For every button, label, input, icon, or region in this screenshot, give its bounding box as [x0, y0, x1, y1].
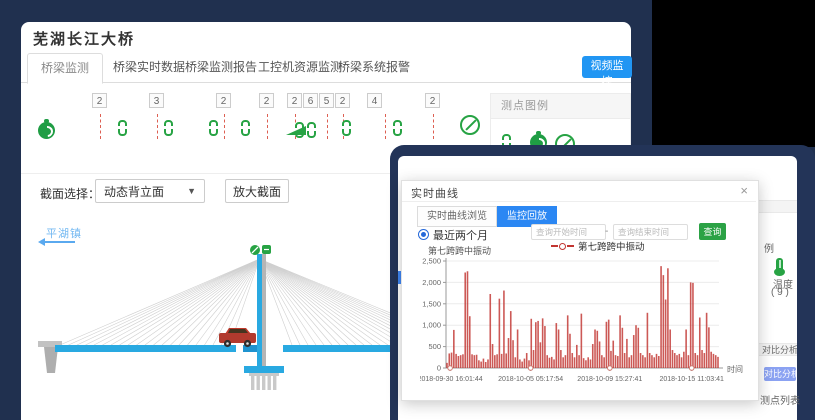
svg-text:2,000: 2,000	[422, 278, 441, 287]
main-tab-0[interactable]: 桥梁监测	[27, 53, 103, 84]
legend-line-icon	[551, 245, 558, 247]
page-title: 芜湖长江大桥	[33, 28, 135, 49]
zoom-section-button[interactable]: 放大截面	[225, 179, 289, 203]
svg-text:2018-10-15 11:03:41: 2018-10-15 11:03:41	[659, 376, 724, 383]
sensor-count-badge: 6	[303, 93, 318, 108]
sensor-count-badge: 2	[287, 93, 302, 108]
red-dashed-marker	[100, 114, 101, 139]
side-partial-label: 例	[764, 240, 774, 255]
gauge-icon	[38, 122, 55, 139]
pier-cap	[244, 366, 284, 373]
tower-grey-stripe	[262, 254, 266, 373]
sensor-count-badge: 2	[425, 93, 440, 108]
chart-legend[interactable]: 第七跨跨中振动	[551, 239, 645, 253]
direction-label: 平湖镇	[46, 225, 82, 241]
query-start-time-input[interactable]	[531, 224, 606, 240]
divider	[402, 201, 756, 202]
modal-tab-0[interactable]: 实时曲线浏览	[417, 206, 497, 227]
deck-right	[283, 345, 402, 352]
svg-text:2018-10-09 15:27:41: 2018-10-09 15:27:41	[577, 376, 642, 383]
red-dashed-marker	[157, 114, 158, 139]
last-two-months-label: 最近两个月	[433, 227, 488, 243]
chain-link-icon	[241, 120, 250, 136]
sensor-count-badge: 2	[92, 93, 107, 108]
video-monitor-button[interactable]: 视频监控	[582, 56, 632, 78]
chain-link-icon	[118, 120, 127, 136]
red-dashed-marker	[327, 114, 328, 139]
red-dashed-marker	[385, 114, 386, 139]
curve-window-frame: 例 温度 ( 9 ) 对比分析 对比分析 测点列表 实时曲线 × 实时曲线浏览监…	[390, 145, 815, 420]
last-two-months-radio[interactable]	[418, 229, 429, 240]
sensor-count-badge: 2	[216, 93, 231, 108]
pier-piles	[249, 373, 279, 390]
svg-text:2,500: 2,500	[422, 257, 441, 266]
legend-line-icon	[567, 245, 574, 247]
red-dashed-marker	[267, 114, 268, 139]
compare-analysis-button[interactable]: 对比分析	[764, 367, 796, 381]
sensor-count-badge: 4	[367, 93, 382, 108]
query-button[interactable]: 查询	[699, 223, 726, 240]
no-entry-icon	[460, 115, 480, 135]
level-ruler-icon	[286, 126, 306, 135]
desktop: 芜湖长江大桥 桥梁监测桥梁实时数据桥梁监测报告工控机资源监测桥梁系统报警 视频监…	[0, 0, 815, 420]
deck-left	[55, 345, 236, 352]
sensor-count-badge: 3	[149, 93, 164, 108]
section-select[interactable]: 动态背立面 ▼	[95, 179, 205, 203]
temperature-count: ( 9 )	[771, 287, 789, 298]
range-separator: -	[605, 226, 608, 237]
chain-link-icon	[164, 120, 173, 136]
sensor-count-badge: 2	[259, 93, 274, 108]
side-section-header	[757, 200, 797, 213]
red-dashed-marker	[224, 114, 225, 139]
black-region	[652, 0, 815, 147]
compare-section-header: 对比分析	[757, 343, 797, 356]
legend-marker-icon	[559, 243, 566, 250]
close-icon[interactable]: ×	[740, 183, 748, 198]
svg-text:1,000: 1,000	[422, 321, 441, 330]
section-select-label: 截面选择：	[40, 185, 100, 202]
car	[219, 328, 256, 347]
chain-link-icon	[393, 120, 402, 136]
vibration-chart: 0 500 1,000 1,500 2,000 2,500 2018-09-30 16:01…	[420, 253, 746, 399]
realtime-curve-modal: 实时曲线 × 实时曲线浏览监控回放 最近两个月 - 查询 第七跨跨中振动 第七跨…	[401, 180, 759, 401]
sensor-count-badge: 5	[319, 93, 334, 108]
modal-title: 实时曲线	[411, 185, 459, 201]
svg-text:2018-09-30 16:01:44: 2018-09-30 16:01:44	[420, 376, 483, 383]
section-select-value: 动态背立面	[104, 183, 164, 200]
red-dashed-marker	[433, 114, 434, 139]
legend-label: 第七跨跨中振动	[578, 239, 645, 253]
tower-blue-stripe	[257, 254, 262, 373]
point-list-label: 测点列表	[760, 392, 800, 407]
chain-link-icon	[307, 122, 316, 138]
svg-text:1,500: 1,500	[422, 299, 441, 308]
tower-top-sensors	[250, 245, 271, 255]
svg-text:2018-10-05 05:17:54: 2018-10-05 05:17:54	[498, 376, 563, 383]
main-tab-4[interactable]: 桥梁系统报警	[325, 53, 423, 81]
sensor-count-badge: 2	[335, 93, 350, 108]
svg-text:0: 0	[437, 364, 441, 373]
main-tabbar: 桥梁监测桥梁实时数据桥梁监测报告工控机资源监测桥梁系统报警	[21, 53, 631, 83]
query-end-time-input[interactable]	[613, 224, 688, 240]
svg-text:时间: 时间	[727, 364, 743, 374]
svg-text:500: 500	[428, 342, 441, 351]
chain-link-icon	[209, 120, 218, 136]
thermometer-icon	[776, 258, 783, 271]
chain-link-icon	[342, 120, 351, 136]
bridge-elevation-drawing	[30, 242, 402, 400]
legend-panel-header: 测点图例	[491, 94, 630, 119]
chevron-down-icon: ▼	[187, 186, 196, 196]
